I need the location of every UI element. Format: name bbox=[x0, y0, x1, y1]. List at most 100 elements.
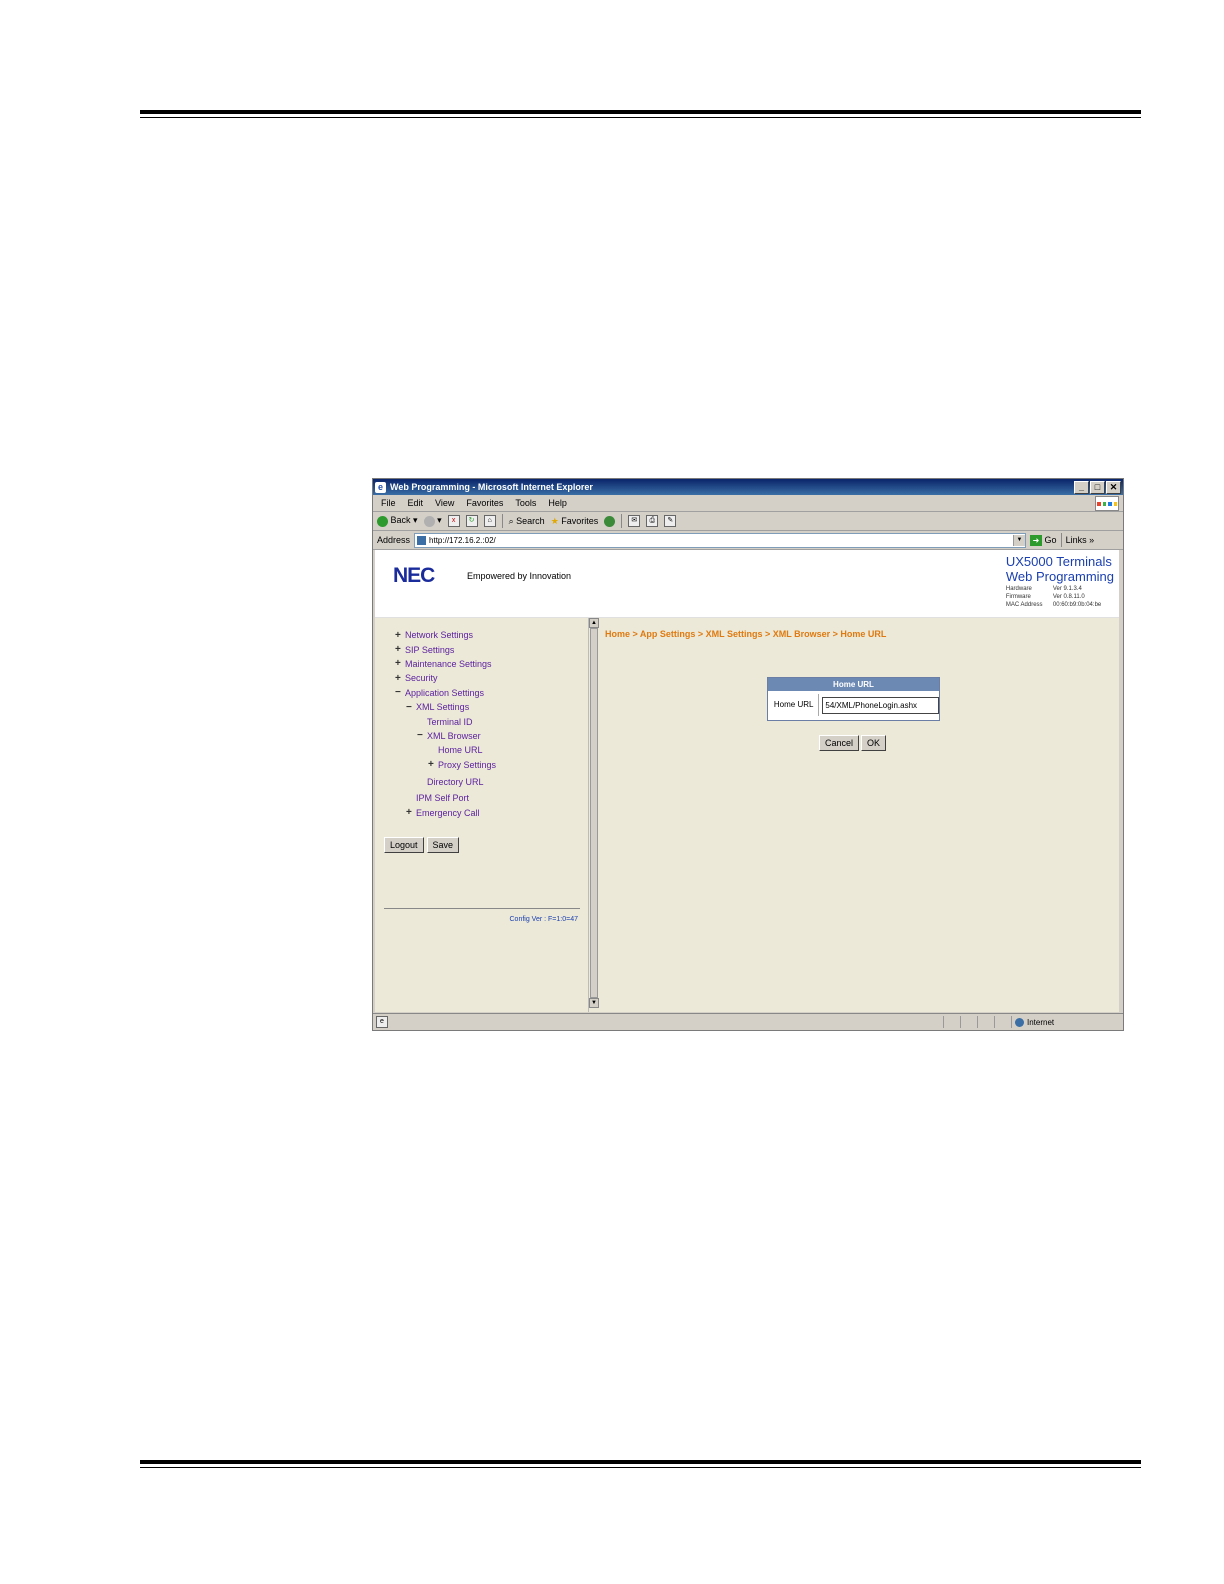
search-button[interactable]: ⌕ Search bbox=[509, 516, 545, 527]
minimize-button[interactable]: _ bbox=[1074, 480, 1089, 494]
menu-help[interactable]: Help bbox=[548, 498, 567, 508]
address-label: Address bbox=[377, 535, 411, 545]
menu-file[interactable]: File bbox=[381, 498, 396, 508]
title-bar: e Web Programming - Microsoft Internet E… bbox=[373, 479, 1123, 495]
favorites-button[interactable]: ★ Favorites bbox=[551, 516, 599, 527]
star-icon: ★ bbox=[550, 515, 559, 526]
product-title: UX5000 Terminals bbox=[1005, 554, 1112, 569]
nav-item-label: Network Settings bbox=[405, 630, 474, 641]
nec-logo: NEC bbox=[393, 564, 435, 587]
collapse-icon[interactable]: − bbox=[417, 730, 425, 741]
browser-window: e Web Programming - Microsoft Internet E… bbox=[372, 478, 1124, 1031]
product-info: UX5000 Terminals Web Programming Hardwar… bbox=[1006, 554, 1114, 609]
search-icon: ⌕ bbox=[508, 515, 514, 526]
save-button[interactable]: Save bbox=[426, 837, 460, 853]
scroll-up-icon[interactable]: ▲ bbox=[589, 618, 599, 628]
bottom-rule bbox=[140, 1460, 1141, 1468]
logout-button[interactable]: Logout bbox=[384, 837, 424, 853]
expand-icon[interactable]: + bbox=[395, 658, 403, 669]
toolbar-divider bbox=[621, 514, 623, 528]
ok-button[interactable]: OK bbox=[861, 735, 887, 751]
media-icon[interactable] bbox=[604, 515, 616, 527]
status-cell bbox=[960, 1016, 977, 1028]
nav-item-terminal-id[interactable]: Terminal ID bbox=[395, 714, 496, 728]
home-url-input[interactable]: 54/XML/PhoneLogin.ashx bbox=[822, 696, 939, 714]
home-icon[interactable]: ⌂ bbox=[483, 515, 496, 527]
maximize-button[interactable]: □ bbox=[1090, 480, 1105, 494]
nav-item-label: Proxy Settings bbox=[438, 759, 497, 770]
close-button[interactable]: ✕ bbox=[1106, 480, 1121, 494]
form-header: Home URL bbox=[768, 678, 939, 691]
nav-item-proxy-settings[interactable]: + Proxy Settings bbox=[395, 758, 496, 772]
window-title: Web Programming - Microsoft Internet Exp… bbox=[390, 482, 593, 492]
nav-item-label: Home URL bbox=[438, 745, 483, 756]
nav-item-label: Terminal ID bbox=[427, 716, 473, 727]
main-panel: Home > App Settings > XML Settings > XML… bbox=[599, 618, 1119, 1012]
config-version: Config Ver : F=1:0=47 bbox=[509, 916, 579, 923]
product-subtitle: Web Programming bbox=[1005, 569, 1114, 584]
collapse-icon[interactable]: − bbox=[395, 687, 403, 698]
nav-item-home-url[interactable]: Home URL bbox=[395, 743, 496, 757]
expand-icon[interactable]: + bbox=[406, 807, 414, 818]
expand-icon[interactable]: + bbox=[395, 630, 403, 641]
globe-icon bbox=[1015, 1017, 1024, 1027]
expand-icon[interactable]: + bbox=[395, 644, 403, 655]
expand-icon[interactable]: + bbox=[428, 759, 436, 770]
breadcrumb[interactable]: Home > App Settings > XML Settings > XML… bbox=[605, 629, 886, 639]
status-bar: e Internet bbox=[373, 1013, 1123, 1030]
page-icon bbox=[417, 535, 427, 545]
links-button[interactable]: Links » bbox=[1066, 535, 1095, 545]
nav-item-sip-settings[interactable]: + SIP Settings bbox=[395, 642, 496, 656]
top-rule bbox=[140, 110, 1141, 118]
scroll-down-icon[interactable]: ▼ bbox=[589, 998, 599, 1008]
nav-item-label: XML Settings bbox=[416, 702, 470, 713]
divider bbox=[384, 908, 580, 909]
address-bar: Address http://172.16.2.:02/ ▼ ➜ Go Link… bbox=[373, 531, 1123, 550]
address-input[interactable]: http://172.16.2.:02/ ▼ bbox=[414, 532, 1027, 548]
nav-item-label: Application Settings bbox=[405, 687, 485, 698]
status-cell bbox=[943, 1016, 960, 1028]
menu-bar: File Edit View Favorites Tools Help bbox=[373, 495, 1123, 512]
edit-icon[interactable]: ✎ bbox=[664, 515, 677, 527]
expand-icon[interactable]: + bbox=[395, 673, 403, 684]
menu-tools[interactable]: Tools bbox=[515, 498, 536, 508]
cancel-button[interactable]: Cancel bbox=[819, 735, 860, 751]
toolbar: Back ▾ ▾ x ↻ ⌂ ⌕ Search ★ Favorites ✉ ⎙ … bbox=[373, 512, 1123, 531]
forward-button[interactable]: ▾ bbox=[423, 515, 442, 527]
menu-favorites[interactable]: Favorites bbox=[466, 498, 503, 508]
print-icon[interactable]: ⎙ bbox=[646, 515, 659, 527]
nav-item-network-settings[interactable]: + Network Settings bbox=[395, 628, 496, 642]
nav-item-label: SIP Settings bbox=[405, 644, 455, 655]
windows-logo-icon bbox=[1095, 496, 1119, 511]
stop-icon[interactable]: x bbox=[447, 515, 460, 527]
home-url-form: Home URL Home URL 54/XML/PhoneLogin.ashx bbox=[767, 677, 940, 721]
toolbar-divider bbox=[501, 514, 503, 528]
home-url-label: Home URL bbox=[769, 694, 820, 716]
go-button[interactable]: ➜ Go bbox=[1030, 534, 1057, 546]
nav-item-maintenance-settings[interactable]: + Maintenance Settings bbox=[395, 657, 496, 671]
nav-item-ipm-self-port[interactable]: IPM Self Port bbox=[395, 791, 496, 805]
nav-item-emergency-call[interactable]: + Emergency Call bbox=[395, 806, 496, 820]
nav-item-label: Maintenance Settings bbox=[405, 658, 492, 669]
nav-item-directory-url[interactable]: Directory URL bbox=[395, 775, 496, 789]
scroll-thumb[interactable] bbox=[590, 628, 598, 998]
nav-item-label: IPM Self Port bbox=[416, 793, 470, 804]
nav-item-xml-settings[interactable]: − XML Settings bbox=[395, 700, 496, 714]
nav-item-label: XML Browser bbox=[427, 730, 481, 741]
dropdown-arrow-icon[interactable]: ▼ bbox=[1013, 534, 1026, 546]
refresh-icon[interactable]: ↻ bbox=[465, 515, 478, 527]
nav-item-application-settings[interactable]: − Application Settings bbox=[395, 686, 496, 700]
ie-icon: e bbox=[375, 481, 386, 493]
version-info: Hardware Ver 9.1.3.4 Firmware Ver 0.8.11.0… bbox=[1005, 586, 1102, 608]
page-status-icon: e bbox=[376, 1016, 388, 1028]
menu-edit[interactable]: Edit bbox=[408, 498, 424, 508]
mail-icon[interactable]: ✉ bbox=[628, 515, 641, 527]
page-header: NEC Empowered by Innovation UX5000 Termi… bbox=[375, 550, 1119, 618]
back-button[interactable]: Back ▾ bbox=[377, 515, 418, 527]
collapse-icon[interactable]: − bbox=[406, 702, 414, 713]
forward-arrow-icon bbox=[423, 515, 435, 527]
nav-scrollbar[interactable]: ▲ ▼ bbox=[588, 618, 599, 1012]
nav-item-security[interactable]: + Security bbox=[395, 671, 496, 685]
nav-item-xml-browser[interactable]: − XML Browser bbox=[395, 729, 496, 743]
menu-view[interactable]: View bbox=[435, 498, 454, 508]
